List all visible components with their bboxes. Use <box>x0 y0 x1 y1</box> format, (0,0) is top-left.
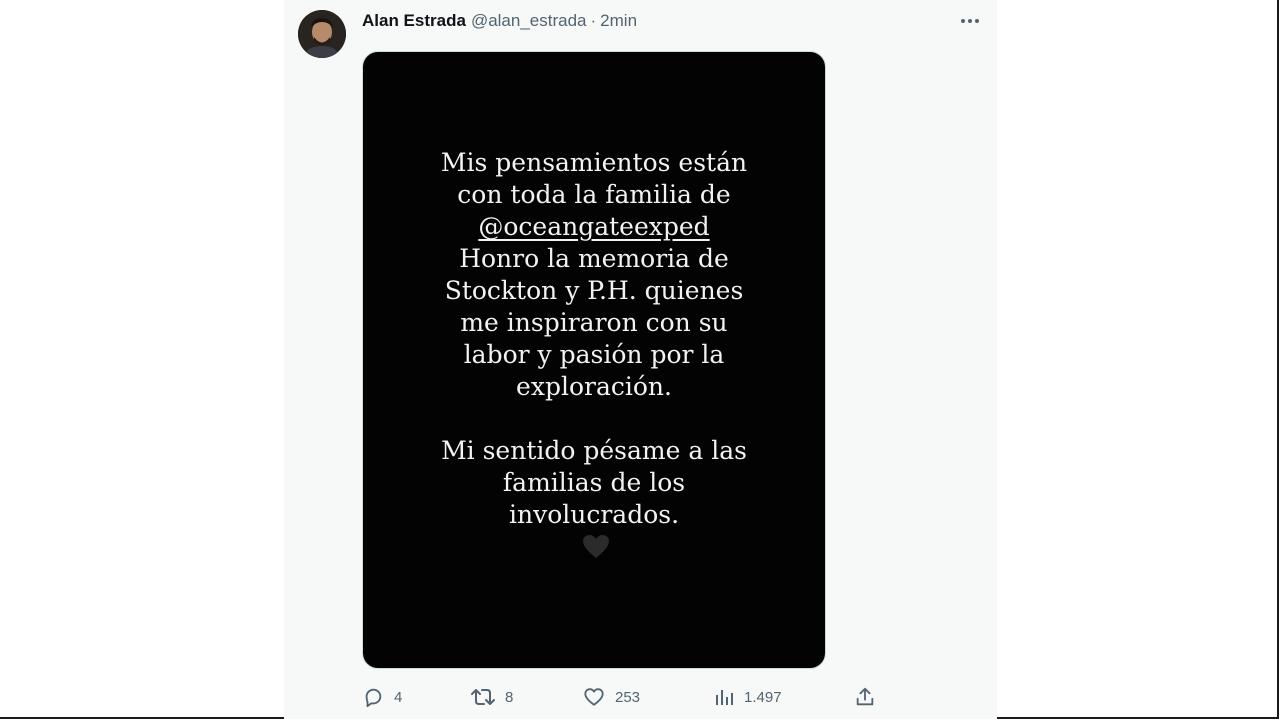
reply-count: 4 <box>394 688 403 706</box>
share-icon <box>856 687 874 706</box>
story-paragraph-gap <box>363 403 825 435</box>
like-button[interactable]: 253 <box>583 684 640 710</box>
more-options-button[interactable] <box>958 10 982 32</box>
avatar-photo <box>298 10 346 58</box>
views-icon <box>716 690 733 705</box>
more-horizontal-icon <box>961 19 979 23</box>
header-separator: · <box>590 11 597 30</box>
retweet-icon <box>471 689 495 705</box>
story-line: exploración. <box>516 372 672 401</box>
story-line: Mi sentido pésame a las <box>441 436 747 465</box>
reply-icon <box>365 688 382 708</box>
tweet-media-image[interactable]: Mis pensamientos están con toda la famil… <box>362 51 826 669</box>
story-line: me inspiraron con su <box>460 308 728 337</box>
views-count: 1.497 <box>744 688 782 706</box>
story-mention: @oceangateexped <box>478 212 710 241</box>
author-handle[interactable]: @alan_estrada <box>471 11 587 31</box>
story-line: labor y pasión por la <box>463 340 725 369</box>
story-line: familias de los <box>502 468 686 497</box>
retweet-button[interactable]: 8 <box>471 684 513 710</box>
share-button[interactable] <box>854 684 876 710</box>
story-line: con toda la familia de <box>457 180 731 209</box>
tweet-actions: 4 8 253 1.497 <box>362 684 892 710</box>
retweet-count: 8 <box>505 688 514 706</box>
story-line: Mis pensamientos están <box>440 148 748 177</box>
like-count: 253 <box>615 688 641 706</box>
views-button[interactable]: 1.497 <box>714 684 782 710</box>
story-line: Honro la memoria de <box>459 244 729 273</box>
tweet-timestamp[interactable]: 2min <box>600 11 637 31</box>
avatar[interactable] <box>298 10 346 58</box>
story-text: Mis pensamientos están con toda la famil… <box>363 147 825 531</box>
black-heart-emoji-icon <box>583 535 609 558</box>
story-line: Stockton y P.H. quienes <box>444 276 744 305</box>
tweet-header: Alan Estrada @alan_estrada · 2min <box>362 10 637 32</box>
reply-button[interactable]: 4 <box>362 684 402 710</box>
author-display-name[interactable]: Alan Estrada <box>362 11 466 31</box>
story-line: involucrados. <box>508 500 680 529</box>
heart-icon <box>584 688 604 706</box>
